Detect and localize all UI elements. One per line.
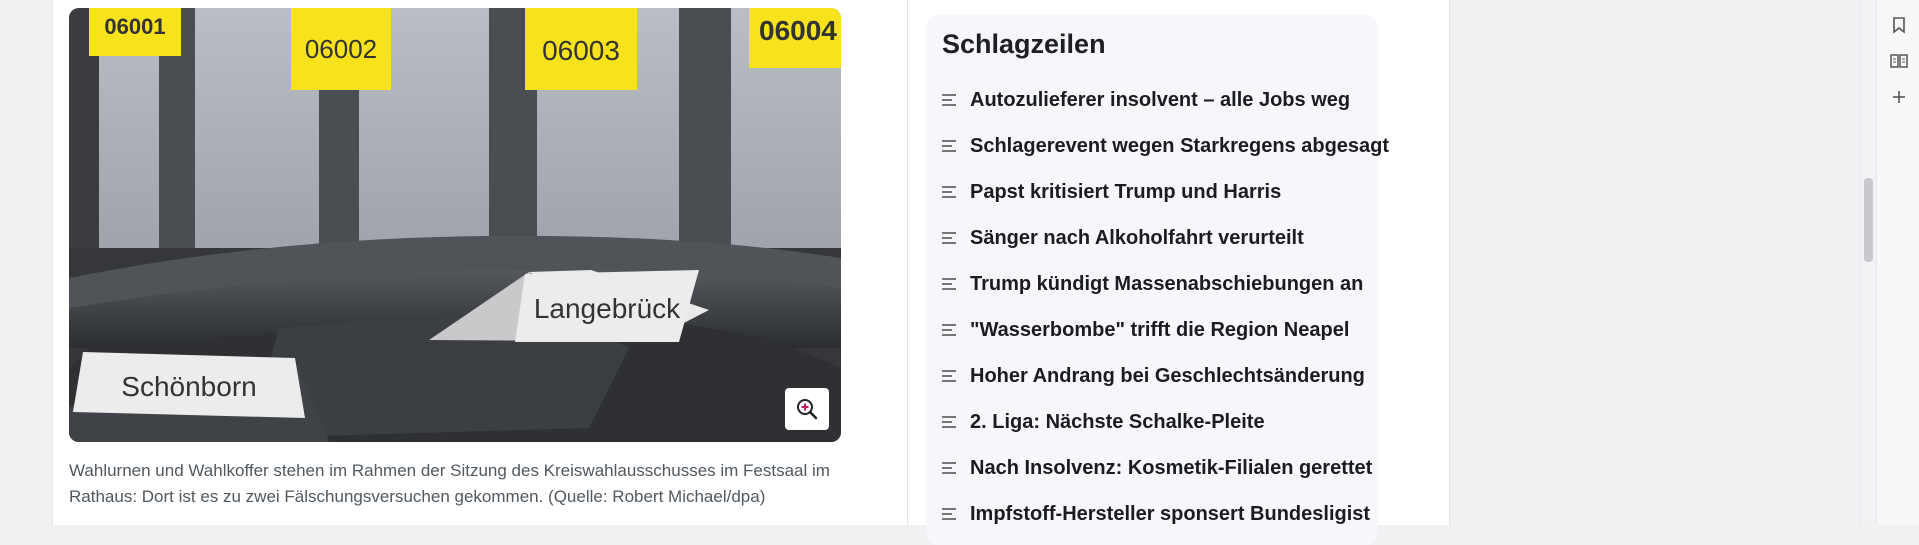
headlines-panel: Schlagzeilen Autozulieferer insolvent – … [926, 15, 1389, 545]
column-divider [907, 0, 908, 525]
tag-text: 06002 [305, 34, 377, 64]
tag-text: 06003 [542, 35, 620, 66]
headline-item[interactable]: "Wasserbombe" trifft die Region Neapel [942, 307, 1389, 353]
text-lines-icon [942, 504, 970, 524]
text-lines-icon [942, 136, 970, 156]
text-lines-icon [942, 182, 970, 202]
text-lines-icon [942, 320, 970, 340]
headline-label[interactable]: Schlagerevent wegen Starkregens abgesagt [970, 135, 1389, 158]
page-scrollbar[interactable] [1860, 0, 1876, 525]
zoom-in-icon [797, 399, 818, 420]
headline-item[interactable]: Schlagerevent wegen Starkregens abgesagt [942, 123, 1389, 169]
reader-icon[interactable] [1890, 52, 1908, 70]
headline-item[interactable]: Impfstoff-Hersteller sponsert Bundesligi… [942, 491, 1389, 537]
text-lines-icon [942, 458, 970, 478]
headline-item[interactable]: 2. Liga: Nächste Schalke-Pleite [942, 399, 1389, 445]
headlines-list: Autozulieferer insolvent – alle Jobs weg… [942, 77, 1389, 537]
text-lines-icon [942, 90, 970, 110]
article-image[interactable]: 06001 06002 06003 06004 Langebrück Schön… [69, 8, 841, 442]
headline-label[interactable]: Papst kritisiert Trump und Harris [970, 181, 1281, 204]
text-lines-icon [942, 274, 970, 294]
headline-label[interactable]: Nach Insolvenz: Kosmetik-Filialen gerett… [970, 457, 1372, 480]
headline-item[interactable]: Papst kritisiert Trump und Harris [942, 169, 1389, 215]
text-lines-icon [942, 412, 970, 432]
zoom-button[interactable] [785, 388, 829, 430]
headline-label[interactable]: Impfstoff-Hersteller sponsert Bundesligi… [970, 503, 1370, 526]
browser-side-toolbar [1876, 0, 1919, 525]
image-caption: Wahlurnen und Wahlkoffer stehen im Rahme… [69, 461, 830, 506]
headline-label[interactable]: Sänger nach Alkoholfahrt verurteilt [970, 227, 1304, 250]
headline-label[interactable]: 2. Liga: Nächste Schalke-Pleite [970, 411, 1265, 434]
tag-text: 06001 [104, 14, 165, 39]
headlines-title: Schlagzeilen [942, 29, 1106, 59]
headline-label[interactable]: Trump kündigt Massenabschiebungen an [970, 273, 1363, 296]
headline-label[interactable]: Autozulieferer insolvent – alle Jobs weg [970, 89, 1350, 112]
headline-item[interactable]: Sänger nach Alkoholfahrt verurteilt [942, 215, 1389, 261]
headline-item[interactable]: Autozulieferer insolvent – alle Jobs weg [942, 77, 1389, 123]
add-icon[interactable] [1890, 88, 1908, 106]
headline-item[interactable]: Trump kündigt Massenabschiebungen an [942, 261, 1389, 307]
scrollbar-thumb[interactable] [1864, 178, 1873, 262]
tag-text: 06004 [759, 15, 837, 46]
headline-label[interactable]: "Wasserbombe" trifft die Region Neapel [970, 319, 1349, 342]
ballot-boxes-photo: 06001 06002 06003 06004 Langebrück Schön… [69, 8, 841, 442]
headline-item[interactable]: Nach Insolvenz: Kosmetik-Filialen gerett… [942, 445, 1389, 491]
bookmark-icon[interactable] [1890, 16, 1908, 34]
headline-item[interactable]: Hoher Andrang bei Geschlechtsänderung [942, 353, 1389, 399]
sign-text: Schönborn [121, 371, 256, 402]
sign-text: Langebrück [534, 293, 681, 324]
headline-label[interactable]: Hoher Andrang bei Geschlechtsänderung [970, 365, 1365, 388]
text-lines-icon [942, 366, 970, 386]
text-lines-icon [942, 228, 970, 248]
